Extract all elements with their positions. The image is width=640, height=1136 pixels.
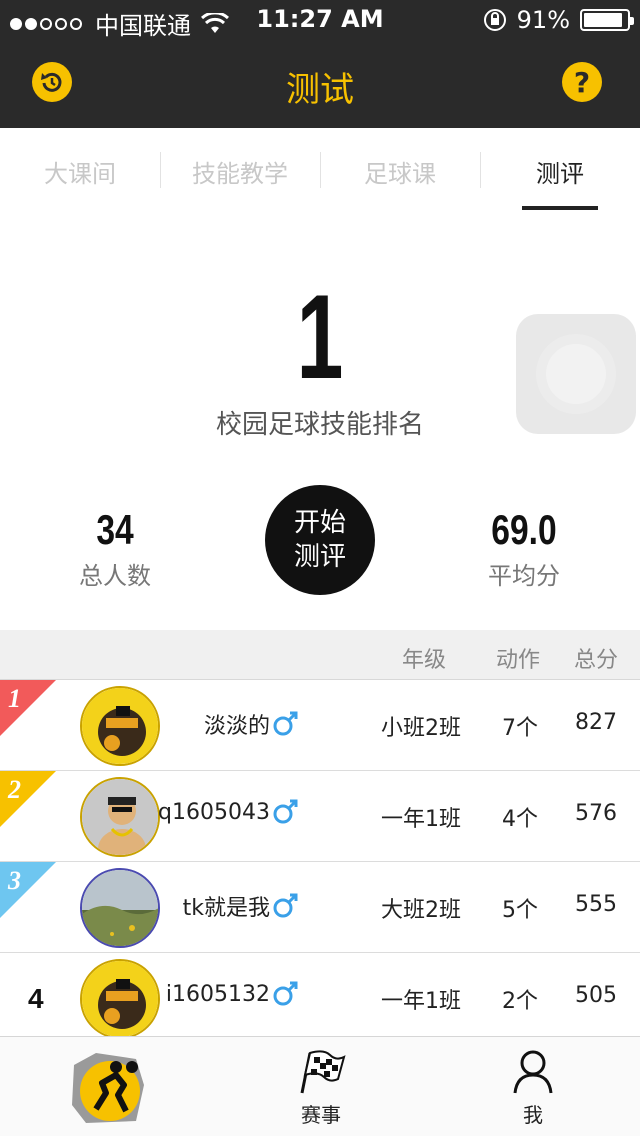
tab-home[interactable] [66,1045,150,1129]
tab-bar: 大课间 技能教学 足球课 测评 [0,128,640,210]
player-name-text: tk就是我 [182,896,270,921]
header-score: 总分 [573,648,618,673]
tab-football-class[interactable]: 足球课 [320,128,480,210]
rank-badge-number: 1 [8,684,21,713]
average-stat: 69.0 平均分 [434,508,614,591]
total-stat: 34 总人数 [25,508,205,591]
player-name: q1605043 [158,799,298,825]
nav-bar: 测试 ? [0,40,640,128]
player-name-text: q1605043 [158,799,270,825]
table-row[interactable]: 3 tk就是我 大班2班 5个 555 [0,862,640,953]
male-icon [273,981,298,1006]
status-bar: 中国联通 11:27 AM 91% [0,0,640,40]
start-assessment-button[interactable]: 开始 测评 [265,485,375,595]
help-icon: ? [573,65,591,99]
player-name: tk就是我 [183,890,298,922]
tab-label: 测评 [536,160,584,188]
table-row[interactable]: 4 i1605132 一年1班 2个 505 [0,953,640,1044]
tab-label: 技能教学 [192,160,288,188]
player-score: 555 [575,892,617,917]
player-name: i1605132 [166,981,298,1007]
start-label-line1: 开始 [293,508,346,538]
user-icon [513,1050,553,1094]
player-actions: 5个 [502,898,538,923]
table-row[interactable]: 1 淡淡的 小班2班 7个 827 [0,680,640,771]
avatar[interactable] [80,959,160,1039]
tab-label: 足球课 [364,160,436,188]
tab-me-label: 我 [523,1103,543,1127]
male-icon [273,893,298,918]
header-grade: 年级 [401,648,446,673]
tab-race[interactable]: 赛事 [286,1037,356,1136]
player-name-text: 淡淡的 [203,714,270,739]
table-row[interactable]: 2 q1605043 一年1班 4个 576 [0,771,640,862]
player-logo-icon [72,1053,144,1123]
player-actions: 4个 [502,807,538,832]
header-actions: 动作 [495,648,540,673]
start-label-line2: 测评 [293,542,346,572]
male-icon [273,711,298,736]
tab-label: 大课间 [44,160,116,188]
rank-number-plain: 4 [28,983,44,1014]
battery-icon [580,9,634,31]
tab-me[interactable]: 我 [498,1037,568,1136]
rotation-lock-icon [483,9,506,31]
rank-number: 1 [296,270,344,404]
checkered-flag-icon [300,1050,346,1094]
battery-percent: 91% [516,6,570,34]
male-icon [273,799,298,824]
player-score: 827 [575,710,617,735]
average-score: 69.0 [491,506,557,553]
player-actions: 2个 [502,989,538,1014]
bottom-tab-bar: 赛事 我 [0,1036,640,1136]
player-actions: 7个 [502,716,538,741]
avatar[interactable] [80,777,160,857]
avatar[interactable] [80,686,160,766]
player-score: 576 [575,801,617,826]
tab-race-label: 赛事 [301,1103,341,1127]
ranking-list: 1 淡淡的 小班2班 7个 827 2 q1605043 一年1班 4个 576… [0,680,640,1044]
total-count: 34 [96,506,134,553]
rank-badge-number: 2 [8,775,21,804]
tab-recess[interactable]: 大课间 [0,128,160,210]
player-score: 505 [575,983,617,1008]
page-title: 测试 [286,70,354,110]
help-button[interactable]: ? [562,62,602,102]
player-name: 淡淡的 [204,708,298,740]
player-grade: 一年1班 [381,989,461,1014]
avatar[interactable] [80,868,160,948]
player-grade: 小班2班 [381,716,461,741]
rank-badge-number: 3 [8,866,21,895]
player-grade: 大班2班 [381,898,461,923]
tab-skills[interactable]: 技能教学 [160,128,320,210]
tab-assessment[interactable]: 测评 [480,128,640,210]
player-grade: 一年1班 [381,807,461,832]
active-tab-indicator [522,206,598,210]
total-label: 总人数 [79,562,151,590]
average-label: 平均分 [488,562,560,590]
assistive-touch-button[interactable] [516,314,636,434]
table-header: 年级 动作 总分 [0,630,640,680]
top-bar: 中国联通 11:27 AM 91% 测试 ? [0,0,640,128]
player-name-text: i1605132 [165,981,270,1007]
